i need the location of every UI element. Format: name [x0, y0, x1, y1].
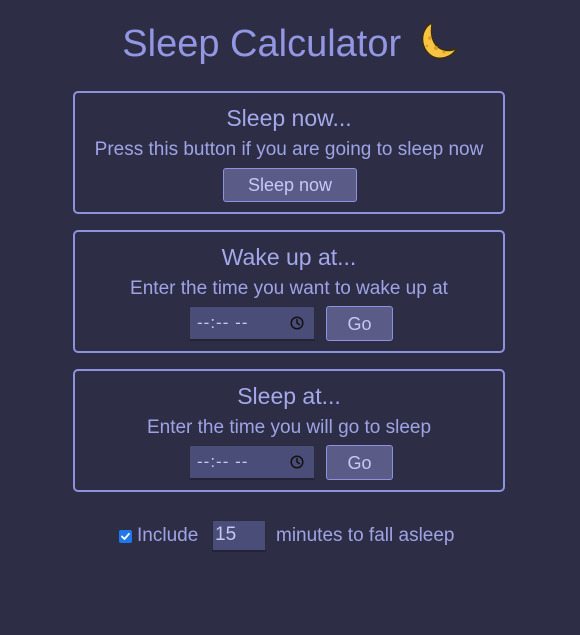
minutes-suffix-label: minutes to fall asleep: [276, 525, 455, 546]
sleep-at-time-input[interactable]: --:-- --: [189, 445, 315, 480]
sleep-now-description: Press this button if you are going to sl…: [94, 139, 484, 160]
fall-asleep-settings: Include 15 minutes to fall asleep: [0, 520, 580, 552]
wake-up-time-input[interactable]: --:-- --: [189, 306, 315, 341]
page-title-text: Sleep Calculator: [122, 23, 402, 65]
sleep-at-card: Sleep at... Enter the time you will go t…: [73, 369, 505, 492]
wake-up-time-value: --:-- --: [197, 313, 249, 332]
include-label: Include: [137, 525, 199, 546]
sleep-now-card: Sleep now... Press this button if you ar…: [73, 91, 505, 214]
sleep-now-title: Sleep now...: [226, 105, 352, 131]
crescent-moon-icon: [416, 20, 459, 74]
clock-icon[interactable]: [290, 316, 304, 330]
sleep-at-time-value: --:-- --: [197, 452, 249, 471]
include-checkbox[interactable]: [119, 530, 132, 543]
sleep-now-button[interactable]: Sleep now: [223, 168, 357, 202]
wake-up-card: Wake up at... Enter the time you want to…: [73, 230, 505, 353]
wake-up-go-button[interactable]: Go: [326, 306, 393, 341]
page-title: Sleep Calculator: [0, 20, 580, 74]
clock-icon[interactable]: [290, 455, 304, 469]
sleep-at-go-button[interactable]: Go: [326, 445, 393, 480]
sleep-at-title: Sleep at...: [237, 383, 341, 409]
wake-up-title: Wake up at...: [221, 244, 357, 270]
sleep-calculator-page: Sleep Calculator Sleep now... Press this…: [0, 0, 580, 635]
sleep-at-description: Enter the time you will go to sleep: [146, 417, 432, 438]
wake-up-description: Enter the time you want to wake up at: [130, 278, 448, 299]
minutes-input[interactable]: 15: [212, 520, 266, 552]
checkmark-icon: [121, 532, 130, 540]
